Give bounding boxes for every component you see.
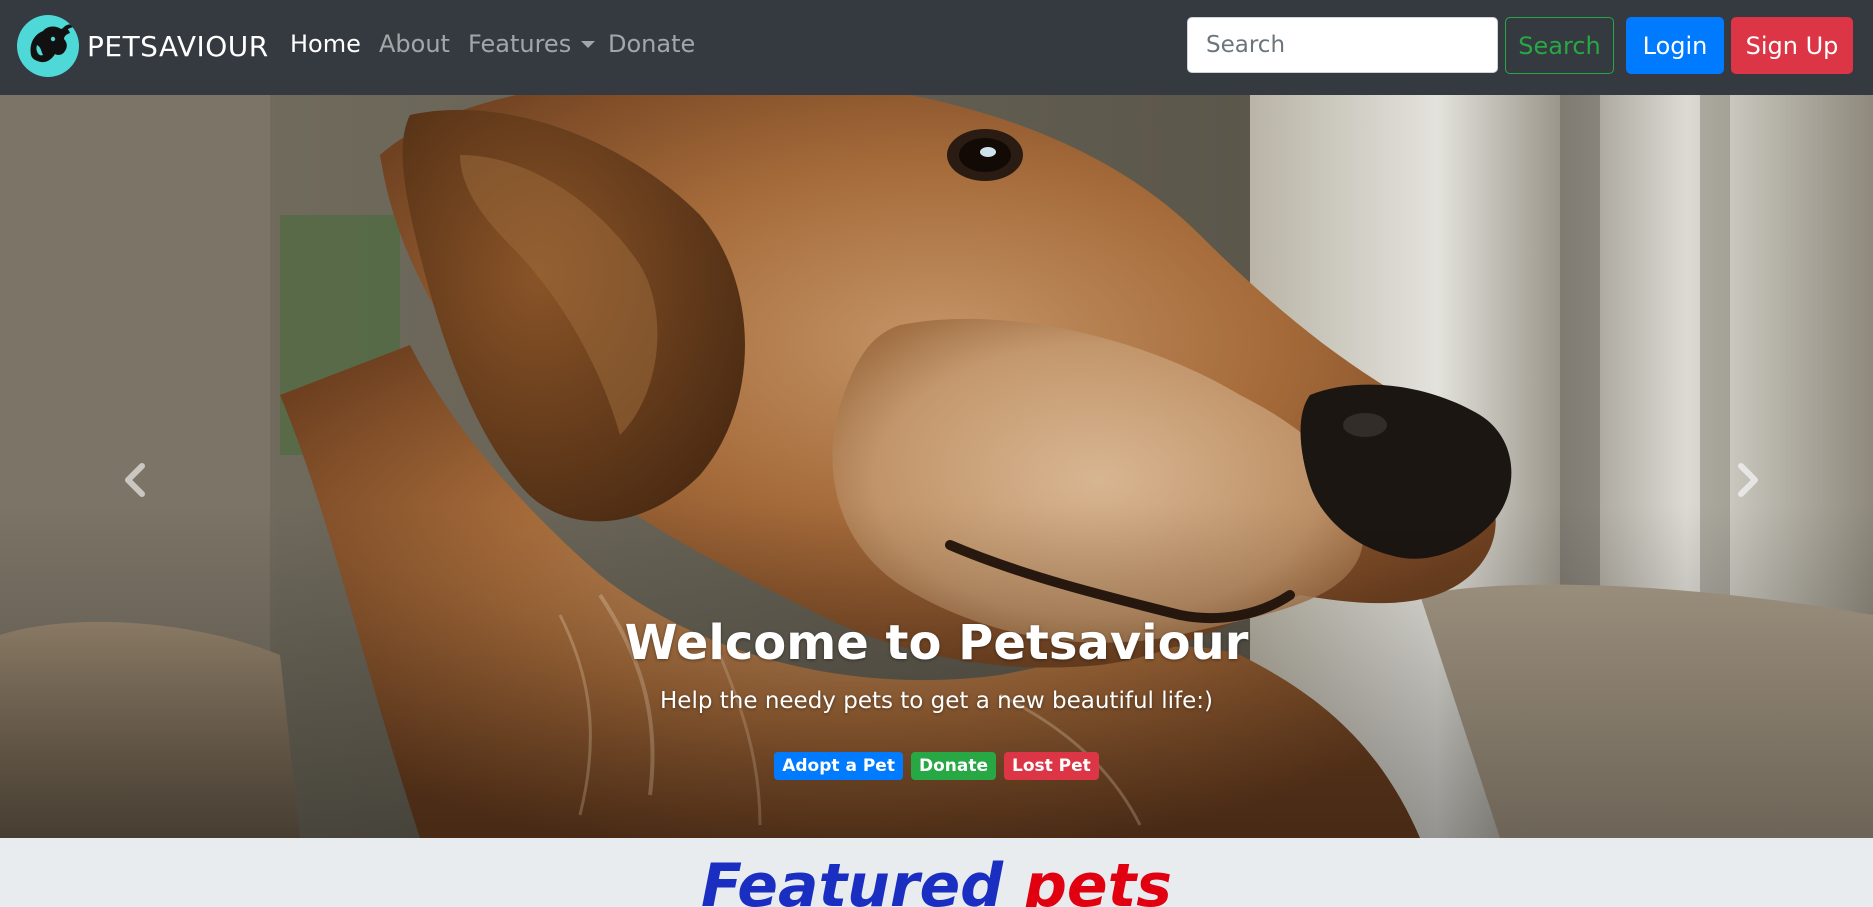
login-button[interactable]: Login — [1626, 17, 1724, 74]
featured-word: Featured — [700, 851, 1004, 907]
chevron-right-icon — [1738, 463, 1758, 497]
donate-badge[interactable]: Donate — [910, 752, 996, 780]
adopt-pet-badge[interactable]: Adopt a Pet — [774, 752, 903, 780]
search-input[interactable] — [1187, 17, 1498, 73]
brand-name: PETSAVIOUR — [87, 29, 269, 63]
dog-head-icon — [17, 15, 79, 77]
carousel-next-button[interactable] — [1718, 450, 1778, 510]
nav-features-label: Features — [468, 30, 572, 58]
nav-features-dropdown[interactable]: Features — [468, 30, 596, 58]
chevron-left-icon — [125, 463, 145, 497]
hero-subtitle: Help the needy pets to get a new beautif… — [660, 688, 1213, 714]
hero-badges: Adopt a Pet Donate Lost Pet — [0, 752, 1873, 780]
hero-carousel: Welcome to Petsaviour Help the needy pet… — [0, 95, 1873, 838]
featured-heading: Featured pets — [0, 856, 1873, 907]
lost-pet-badge[interactable]: Lost Pet — [1003, 752, 1099, 780]
caret-down-icon — [581, 41, 596, 48]
hero-dog-photo — [0, 95, 1873, 838]
signup-button[interactable]: Sign Up — [1731, 17, 1853, 74]
hero-title: Welcome to Petsaviour — [624, 615, 1249, 671]
navbar: PETSAVIOUR Home About Features Donate Se… — [0, 0, 1873, 95]
brand-link[interactable]: PETSAVIOUR — [17, 15, 269, 77]
featured-section: Featured pets — [0, 838, 1873, 907]
nav-home[interactable]: Home — [290, 30, 361, 58]
nav-about[interactable]: About — [379, 30, 450, 58]
search-button[interactable]: Search — [1505, 17, 1614, 74]
carousel-prev-button[interactable] — [105, 450, 165, 510]
nav-donate[interactable]: Donate — [608, 30, 695, 58]
pets-word: pets — [1023, 851, 1173, 907]
